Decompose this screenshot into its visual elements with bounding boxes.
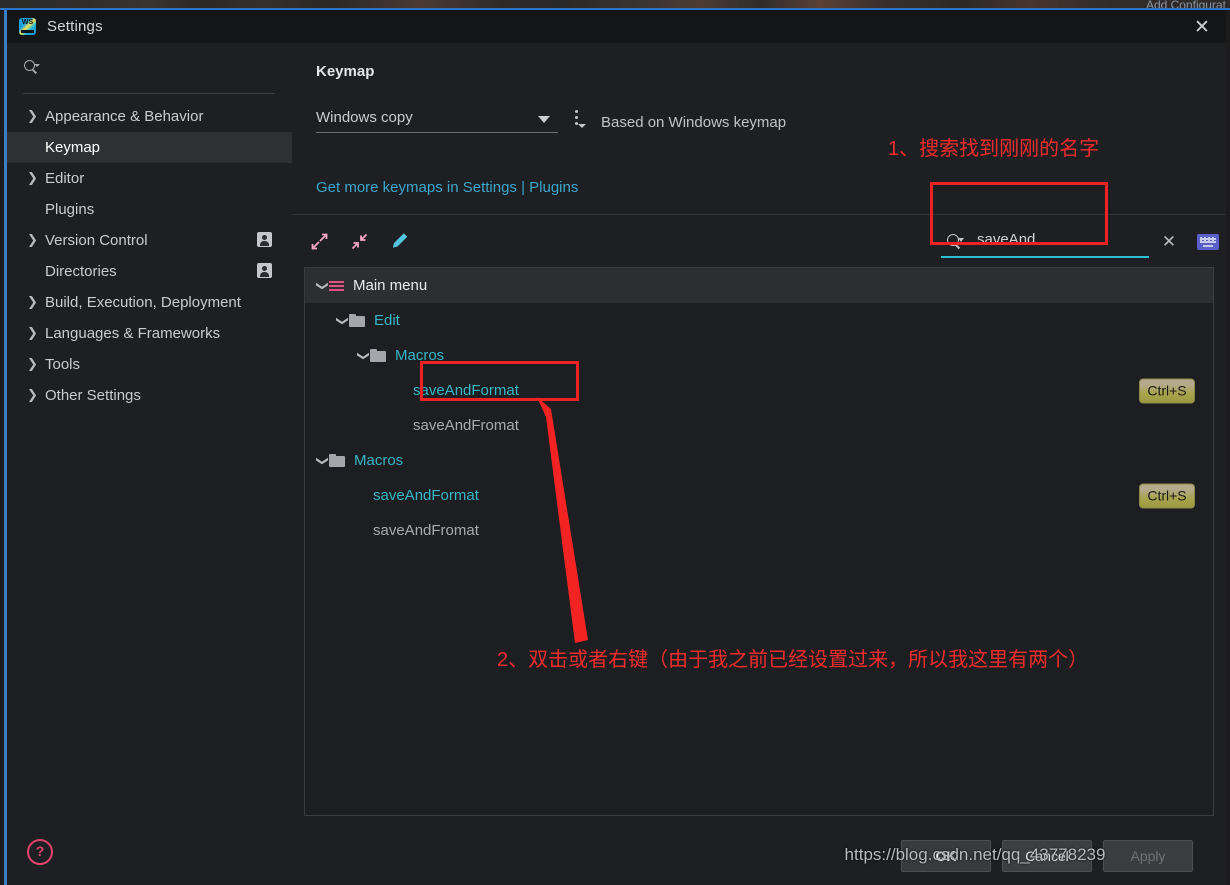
- watermark-url: https://blog.csdn.net/qq_43778239: [844, 845, 1106, 864]
- sidebar-item-build-execution-deployment[interactable]: ❯ Build, Execution, Deployment: [7, 287, 292, 318]
- more-options-icon[interactable]: [570, 109, 588, 131]
- keymap-select[interactable]: Windows copy: [316, 105, 558, 133]
- expand-all-button[interactable]: [304, 226, 334, 256]
- keymap-search-input[interactable]: saveAnd: [937, 223, 1151, 259]
- search-icon: [23, 59, 40, 75]
- settings-sidebar: ❯ Appearance & Behavior ❯ Keymap ❯ Edito…: [7, 43, 292, 825]
- tree-row[interactable]: saveAndFromat: [305, 408, 1213, 443]
- tree-item-label: saveAndFormat: [373, 487, 479, 504]
- sidebar-item-editor[interactable]: ❯ Editor: [7, 163, 292, 194]
- page-title: Keymap: [316, 63, 375, 80]
- toolbar-divider: [292, 214, 1226, 215]
- sidebar-item-label: Directories: [45, 263, 117, 280]
- shortcut-badge: Ctrl+S: [1139, 483, 1195, 508]
- tree-row[interactable]: saveAndFormat Ctrl+S: [305, 373, 1213, 408]
- tree-row[interactable]: ❮ Main menu: [305, 268, 1213, 303]
- sidebar-nav: ❯ Appearance & Behavior ❯ Keymap ❯ Edito…: [7, 101, 292, 411]
- chevron-down-icon[interactable]: ❮: [355, 348, 369, 364]
- sidebar-item-label: Build, Execution, Deployment: [45, 294, 241, 311]
- folder-icon: [370, 349, 386, 362]
- chevron-right-icon: ❯: [27, 357, 38, 372]
- chevron-down-icon[interactable]: ❮: [314, 453, 328, 469]
- chevron-down-icon: [538, 116, 550, 123]
- chevron-down-icon[interactable]: ❮: [334, 313, 348, 329]
- tree-row[interactable]: saveAndFormat Ctrl+S: [305, 478, 1213, 513]
- dialog-titlebar: Settings ✕: [7, 10, 1226, 43]
- sidebar-item-version-control[interactable]: ❯ Version Control: [7, 225, 292, 256]
- settings-dialog: Settings ✕ ❯ Appearance & Behavior ❯ Key…: [4, 10, 1226, 885]
- sidebar-item-label: Languages & Frameworks: [45, 325, 221, 342]
- tree-item-label: Macros: [395, 347, 445, 364]
- keymap-tree[interactable]: ❮ Main menu ❮ Edit ❮ Macros saveAndForma…: [304, 267, 1214, 816]
- chevron-right-icon: ❯: [27, 109, 38, 124]
- keyboard-icon[interactable]: [1197, 234, 1219, 250]
- keymap-select-underline: [316, 132, 558, 133]
- sidebar-item-other-settings[interactable]: ❯ Other Settings: [7, 380, 292, 411]
- close-icon[interactable]: ✕: [1192, 17, 1212, 37]
- tree-item-label: Main menu: [353, 277, 428, 294]
- shortcut-badge: Ctrl+S: [1139, 378, 1195, 403]
- tree-row[interactable]: ❮ Macros: [305, 443, 1213, 478]
- sidebar-search-underline: [23, 93, 275, 94]
- sidebar-item-label: Keymap: [45, 139, 101, 156]
- sidebar-item-languages-frameworks[interactable]: ❯ Languages & Frameworks: [7, 318, 292, 349]
- chevron-down-icon[interactable]: ❮: [314, 278, 328, 294]
- clear-search-icon[interactable]: ✕: [1158, 231, 1180, 253]
- sidebar-item-label: Tools: [45, 356, 81, 373]
- chevron-right-icon: ❯: [27, 171, 38, 186]
- keymap-toolbar: [304, 226, 414, 256]
- keymap-select-value: Windows copy: [316, 109, 413, 126]
- project-scope-icon: [257, 263, 272, 278]
- sidebar-item-directories[interactable]: ❯ Directories: [7, 256, 292, 287]
- expand-all-icon: [311, 233, 328, 250]
- sidebar-item-tools[interactable]: ❯ Tools: [7, 349, 292, 380]
- keymap-search-underline: [941, 256, 1149, 258]
- chevron-right-icon: ❯: [27, 233, 38, 248]
- dialog-title: Settings: [47, 18, 103, 35]
- tree-row[interactable]: ❮ Edit: [305, 303, 1213, 338]
- sidebar-item-label: Editor: [45, 170, 85, 187]
- tree-item-label: saveAndFromat: [413, 417, 519, 434]
- sidebar-item-plugins[interactable]: ❯ Plugins: [7, 194, 292, 225]
- sidebar-item-label: Appearance & Behavior: [45, 108, 204, 125]
- tree-item-label: Edit: [374, 312, 400, 329]
- folder-icon: [349, 314, 365, 327]
- help-question-icon[interactable]: ?: [27, 839, 53, 865]
- tree-item-label: saveAndFormat: [413, 382, 519, 399]
- tree-item-label: Macros: [354, 452, 404, 469]
- apply-button[interactable]: Apply: [1103, 840, 1193, 872]
- sidebar-search-input[interactable]: [7, 43, 292, 83]
- screenshot-root: Add Configurat Settings ✕ ❯ Appearance &…: [0, 0, 1230, 885]
- sidebar-item-appearance-behavior[interactable]: ❯ Appearance & Behavior: [7, 101, 292, 132]
- sidebar-item-label: Other Settings: [45, 387, 141, 404]
- main-menu-icon: [329, 280, 344, 292]
- chevron-right-icon: ❯: [27, 295, 38, 310]
- webstorm-icon: [19, 18, 36, 35]
- get-more-keymaps-link[interactable]: Get more keymaps in Settings | Plugins: [316, 179, 578, 196]
- tree-item-label: saveAndFromat: [373, 522, 479, 539]
- edit-shortcut-button[interactable]: [384, 226, 414, 256]
- chevron-right-icon: ❯: [27, 326, 38, 341]
- tree-row[interactable]: saveAndFromat: [305, 513, 1213, 548]
- collapse-all-icon: [351, 233, 368, 250]
- sidebar-item-keymap[interactable]: ❯ Keymap: [7, 132, 292, 163]
- sidebar-item-label: Plugins: [45, 201, 95, 218]
- keymap-based-on-label: Based on Windows keymap: [601, 114, 787, 131]
- chevron-right-icon: ❯: [27, 388, 38, 403]
- keymap-pane: Keymap Windows copy Based on Windows key…: [292, 43, 1226, 825]
- sidebar-item-label: Version Control: [45, 232, 148, 249]
- tree-row[interactable]: ❮ Macros: [305, 338, 1213, 373]
- keymap-search-value: saveAnd: [977, 231, 1036, 248]
- search-icon: [947, 234, 964, 249]
- project-scope-icon: [257, 232, 272, 247]
- edit-pencil-icon: [392, 233, 408, 248]
- collapse-all-button[interactable]: [344, 226, 374, 256]
- folder-icon: [329, 454, 345, 467]
